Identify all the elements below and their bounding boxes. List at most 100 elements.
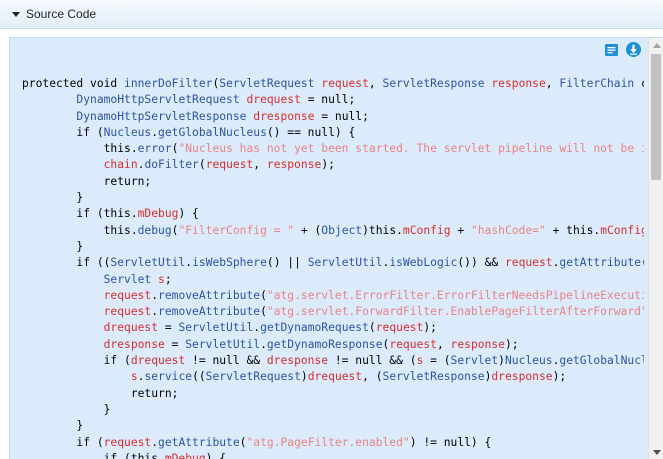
code-token: =: [164, 337, 186, 351]
view-source-icon[interactable]: [603, 41, 620, 58]
code-token: getAttribute: [158, 435, 240, 449]
code-token: Object: [321, 223, 363, 237]
code-token: response: [491, 77, 546, 90]
code-token: ServletUtil: [307, 256, 383, 270]
code-line: if (request.getAttribute("atg.PageFilter…: [22, 435, 644, 451]
code-token: }: [22, 419, 84, 433]
code-token: (...) != null) {: [641, 256, 644, 269]
code-token: () == null) {: [266, 125, 356, 139]
code-token: () ||: [266, 256, 308, 270]
code-token: ) != null) {: [409, 435, 492, 449]
code-token: (: [260, 288, 267, 302]
code-token: s: [130, 370, 138, 384]
code-token: (: [260, 305, 267, 319]
code-token: this.: [22, 142, 138, 156]
code-token: return;: [22, 386, 179, 400]
code-line: this.error("Nucleus has not yet been sta…: [22, 141, 644, 157]
code-token: }: [22, 239, 84, 253]
code-token: ServletRequest: [219, 77, 315, 90]
code-token: if (this.: [22, 207, 138, 221]
code-token: , (: [362, 370, 383, 384]
code-token: = (: [423, 354, 451, 368]
code-token: if (this.: [22, 451, 165, 459]
code-token: drequest: [103, 321, 159, 335]
code-token: =: [158, 321, 179, 335]
code-token: ,: [368, 77, 383, 90]
code-token: error: [137, 142, 172, 156]
code-line: }: [22, 190, 644, 206]
code-toolbar: [603, 41, 642, 58]
scroll-down-arrow-icon[interactable]: [653, 450, 661, 455]
code-token: "FilterConfig = ": [178, 223, 295, 237]
code-token: protected void: [22, 77, 125, 90]
code-token: request: [375, 321, 424, 335]
code-line: drequest = ServletUtil.getDynamoRequest(…: [22, 320, 644, 336]
scroll-thumb[interactable]: [651, 54, 661, 180]
code-token: doFilter: [144, 158, 199, 172]
panel-title: Source Code: [26, 7, 97, 21]
code-line: s.service((ServletRequest)drequest, (Ser…: [22, 369, 644, 385]
code-token: dresponse: [103, 337, 165, 351]
code-token: Servlet: [103, 272, 152, 286]
code-token: request: [389, 337, 437, 351]
code-token: = null;: [314, 109, 369, 123]
code-token: = null;: [300, 93, 356, 107]
code-token: removeAttribute: [158, 288, 261, 302]
code-token: ServletUtil: [110, 256, 186, 270]
code-token: request: [205, 158, 254, 172]
code-line: if (this.mDebug) {: [22, 206, 644, 222]
code-token: drequest: [246, 93, 301, 107]
code-token: request: [103, 435, 152, 449]
code-token: request: [103, 305, 152, 319]
code-token: +: [450, 223, 471, 237]
code-token: (: [368, 321, 376, 335]
code-token: this.: [22, 223, 138, 237]
code-token: }: [22, 191, 84, 205]
source-code-panel: protected void innerDoFilter (ServletRequ…: [9, 37, 663, 459]
scroll-up-arrow-icon[interactable]: [653, 43, 661, 48]
code-line: if ((ServletUtil.isWebSphere() || Servle…: [22, 255, 644, 271]
code-line: this.debug("FilterConfig = " + (Object)t…: [22, 223, 644, 239]
code-token: DynamoHttpServletResponse: [76, 109, 247, 123]
code-token: response: [450, 337, 505, 351]
download-icon[interactable]: [625, 41, 642, 58]
code-token: drequest: [307, 370, 363, 384]
source-code-panel-header[interactable]: Source Code: [0, 0, 663, 29]
code-token: drequest: [130, 354, 186, 368]
code-listing: protected void innerDoFilter (ServletRequ…: [22, 76, 644, 459]
code-token: service: [144, 370, 193, 384]
code-token: dresponse: [253, 109, 315, 123]
code-token: ,: [436, 337, 451, 351]
code-line: Servlet s;: [22, 272, 644, 288]
code-line: protected void innerDoFilter(ServletRequ…: [22, 76, 644, 92]
code-token: (: [198, 158, 206, 172]
code-token: chain) {: [634, 77, 644, 90]
code-token: getGlobalNucleus: [559, 354, 644, 368]
code-token: return;: [22, 174, 152, 188]
code-token: ,: [545, 77, 560, 90]
code-token: != null &&: [185, 354, 267, 368]
code-token: "hashCode=": [470, 223, 546, 237]
code-line: return;: [22, 386, 644, 402]
code-token: + this.: [545, 223, 601, 237]
code-line: return;: [22, 174, 644, 190]
code-token: );: [423, 321, 437, 335]
code-token: "Nucleus has not yet been started. The s…: [178, 142, 644, 156]
code-token: debug: [137, 223, 172, 237]
code-token: ;: [164, 272, 172, 286]
code-line: request.removeAttribute("atg.servlet.For…: [22, 304, 644, 320]
vertical-scrollbar[interactable]: [648, 38, 663, 459]
code-token: Nucleus: [103, 125, 152, 139]
code-line: DynamoHttpServletRequest drequest = null…: [22, 92, 644, 108]
code-token: mDebug: [137, 207, 179, 221]
code-token: dresponse: [266, 354, 329, 368]
code-token: ServletRequest: [205, 370, 301, 384]
code-token: );: [321, 158, 335, 172]
collapse-caret-icon[interactable]: [12, 12, 20, 17]
code-line: if (Nucleus.getGlobalNucleus() == null) …: [22, 125, 644, 141]
code-token: ): [498, 354, 505, 368]
